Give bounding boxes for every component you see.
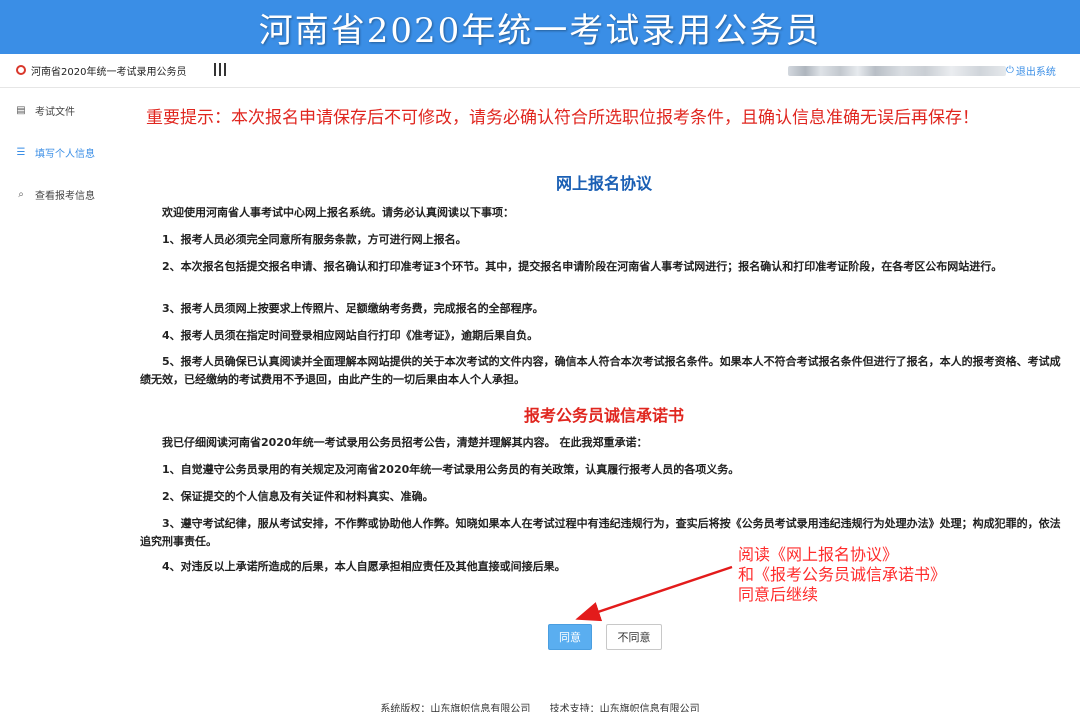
pledge-paragraph: 1、自觉遵守公务员录用的有关规定及河南省2020年统一考试录用公务员的有关政策，… (162, 463, 740, 476)
sidebar-item-label: 填写个人信息 (35, 148, 95, 160)
header-banner: 河南省2020年统一考试录用公务员 (0, 0, 1080, 54)
app-name: 河南省2020年统一考试录用公务员 (31, 67, 187, 78)
sidebar-item-label: 考试文件 (35, 106, 75, 118)
annotation-line: 阅读《网上报名协议》 (738, 545, 899, 564)
agreement-title: 网上报名协议 (555, 174, 652, 193)
sidebar-item-view-registration[interactable]: ⌕ 查看报考信息 (16, 184, 95, 204)
user-info-redacted (788, 66, 1006, 76)
sidebar-item-label: 查看报考信息 (35, 190, 95, 202)
agree-button[interactable]: 同意 (548, 624, 592, 650)
agreement-paragraph: 欢迎使用河南省人事考试中心网上报名系统。请务必认真阅读以下事项： (162, 206, 514, 219)
top-bar: 河南省2020年统一考试录用公务员 ⏻ 退出系统 (0, 54, 1080, 88)
search-doc-icon: ⌕ (18, 188, 24, 200)
sidebar-item-exam-files[interactable]: ▤ 考试文件 (16, 100, 75, 120)
pledge-paragraph: 我已仔细阅读河南省2020年统一考试录用公务员招考公告，清楚并理解其内容。 在此… (162, 436, 648, 449)
disagree-button[interactable]: 不同意 (606, 624, 662, 650)
sidebar-item-personal-info[interactable]: ☰ 填写个人信息 (16, 142, 95, 162)
footer-copyright: 系统版权：山东旗帜信息有限公司 (380, 704, 531, 712)
footer-support: 技术支持：山东旗帜信息有限公司 (549, 704, 700, 712)
agreement-paragraph: 5、报考人员确保已认真阅读并全面理解本网站提供的关于本次考试的文件内容，确信本人… (140, 355, 1061, 386)
agreement-paragraph: 2、本次报名包括提交报名申请、报名确认和打印准考证3个环节。其中，提交报名申请阶… (162, 260, 1003, 273)
sidebar: ▤ 考试文件 ☰ 填写个人信息 ⌕ 查看报考信息 (0, 88, 128, 712)
annotation-line: 同意后继续 (738, 585, 819, 604)
banner-title: 河南省2020年统一考试录用公务员 (258, 10, 822, 51)
pledge-title: 报考公务员诚信承诺书 (523, 406, 684, 425)
footer: 系统版权：山东旗帜信息有限公司 技术支持：山东旗帜信息有限公司 (0, 700, 1080, 712)
agreement-paragraph: 3、报考人员须网上按要求上传照片、足额缴纳考务费，完成报名的全部程序。 (162, 302, 544, 315)
power-icon: ⏻ (1006, 65, 1014, 76)
menu-toggle-icon[interactable] (214, 63, 226, 76)
logout-label: 退出系统 (1015, 67, 1056, 78)
agreement-paragraph: 4、报考人员须在指定时间登录相应网站自行打印《准考证》，逾期后果自负。 (162, 329, 539, 342)
logout-button[interactable]: ⏻ 退出系统 (1006, 63, 1056, 78)
form-list-icon: ☰ (16, 146, 26, 158)
main-content: 重要提示：本次报名申请保存后不可修改，请务必确认符合所选职位报考条件，且确认信息… (128, 88, 1080, 712)
annotation-line: 和《报考公务员诚信承诺书》 (738, 565, 947, 584)
pledge-paragraph: 2、保证提交的个人信息及有关证件和材料真实、准确。 (162, 490, 434, 503)
logo-icon (16, 65, 26, 75)
important-notice: 重要提示：本次报名申请保存后不可修改，请务必确认符合所选职位报考条件，且确认信息… (146, 108, 979, 128)
annotation-callout: 阅读《网上报名协议》 和《报考公务员诚信承诺书》 同意后继续 (738, 545, 946, 605)
agreement-paragraph: 1、报考人员必须完全同意所有服务条款，方可进行网上报名。 (162, 233, 467, 246)
document-icon: ▤ (16, 104, 26, 116)
